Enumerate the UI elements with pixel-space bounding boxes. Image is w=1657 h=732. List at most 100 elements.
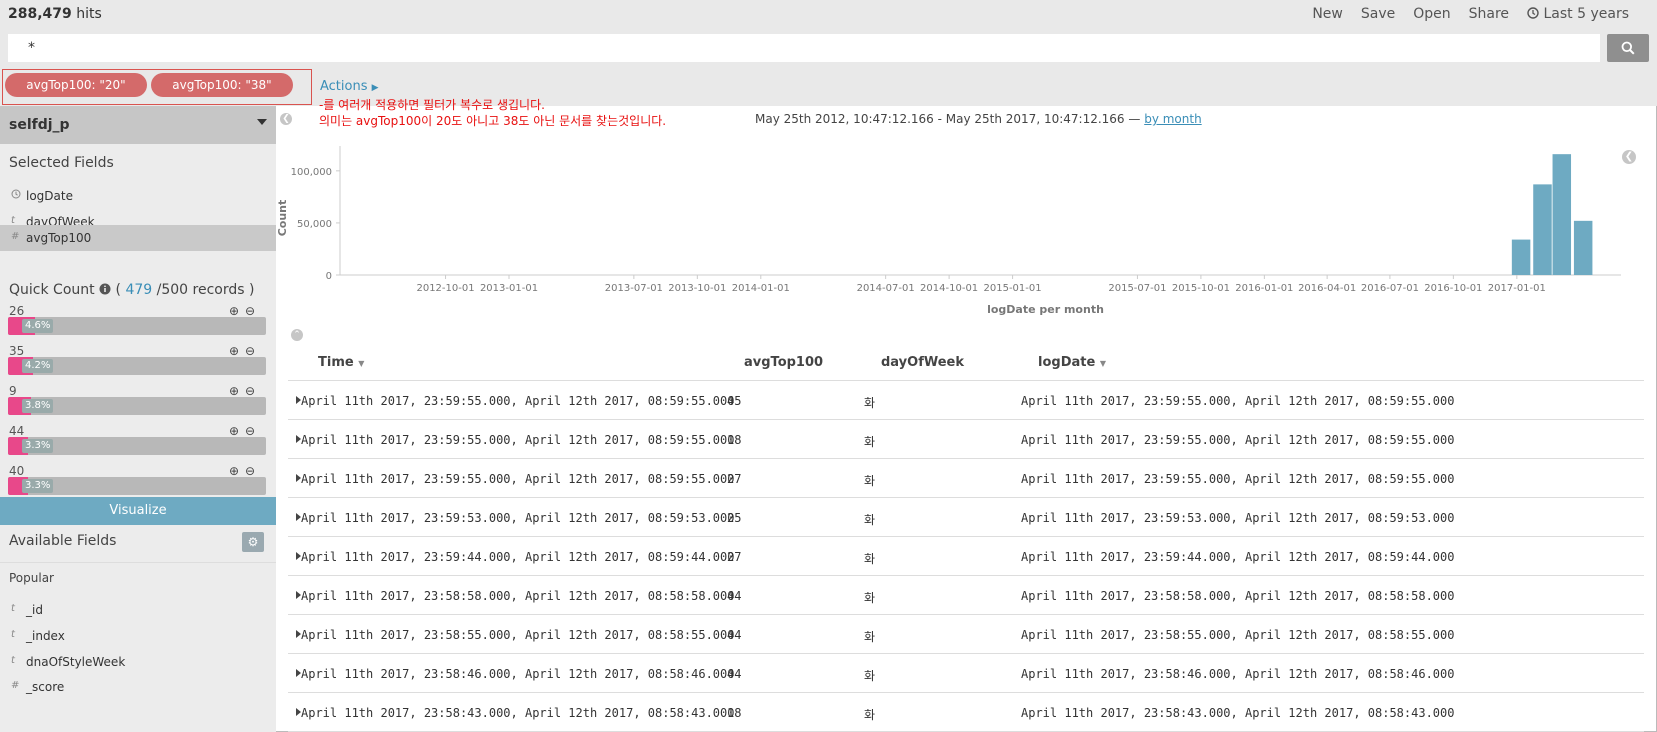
x-tick-label: 2016-10-01 bbox=[1424, 283, 1482, 294]
bucket-filter-actions: ⊕ ⊖ bbox=[229, 344, 256, 358]
zoom-in-icon[interactable]: ⊕ bbox=[229, 344, 240, 358]
field-index[interactable]: t _index bbox=[0, 623, 276, 649]
zoom-out-icon[interactable]: ⊖ bbox=[245, 424, 256, 438]
table-cell: 화 bbox=[864, 708, 876, 722]
index-pattern-selector[interactable]: selfdj_p bbox=[0, 106, 276, 144]
bucket-filter-actions: ⊕ ⊖ bbox=[229, 464, 256, 478]
collapse-chart-icon[interactable]: ⌃ bbox=[291, 329, 303, 341]
new-button[interactable]: New bbox=[1312, 6, 1343, 22]
table-cell: 45 bbox=[727, 394, 742, 408]
table-cell: 27 bbox=[727, 472, 742, 486]
field-name: logDate bbox=[26, 189, 73, 203]
string-type-icon: t bbox=[11, 603, 15, 614]
x-tick-label: 2013-07-01 bbox=[605, 283, 663, 294]
filter-pill-38[interactable]: avgTop100: "38" bbox=[151, 73, 293, 97]
x-tick-label: 2013-01-01 bbox=[480, 283, 538, 294]
zoom-in-icon[interactable]: ⊕ bbox=[229, 424, 240, 438]
table-cell: 화 bbox=[864, 435, 876, 449]
table-cell: April 11th 2017, 23:59:55.000, April 12t… bbox=[301, 472, 735, 486]
field-name: _index bbox=[26, 629, 65, 643]
chart-bar bbox=[1533, 184, 1552, 275]
chart-bar bbox=[1511, 239, 1531, 275]
chevron-down-icon bbox=[257, 119, 267, 125]
table-row: April 11th 2017, 23:59:55.000, April 12t… bbox=[288, 381, 1644, 420]
field-score[interactable]: # _score bbox=[0, 674, 276, 700]
quick-count-bucket: 35 ⊕ ⊖ 4.2% bbox=[8, 344, 266, 384]
bucket-filter-actions: ⊕ ⊖ bbox=[229, 384, 256, 398]
field-dnaofstyleweek[interactable]: t dnaOfStyleWeek bbox=[0, 649, 276, 675]
table-row: April 11th 2017, 23:59:44.000, April 12t… bbox=[288, 537, 1644, 576]
table-row: April 11th 2017, 23:59:53.000, April 12t… bbox=[288, 498, 1644, 537]
zoom-out-icon[interactable]: ⊖ bbox=[245, 304, 256, 318]
actions-link[interactable]: Actions ▶ bbox=[320, 79, 379, 94]
popular-label: Popular bbox=[9, 571, 54, 585]
field-logdate[interactable]: logDate bbox=[0, 183, 276, 209]
table-cell: April 11th 2017, 23:59:44.000, April 12t… bbox=[1021, 550, 1455, 564]
save-button[interactable]: Save bbox=[1361, 6, 1395, 22]
column-header-time[interactable]: Time ▼ bbox=[318, 355, 364, 370]
table-cell: 25 bbox=[727, 511, 742, 525]
hits-label: hits bbox=[76, 6, 102, 22]
x-tick-label: 2014-07-01 bbox=[857, 283, 915, 294]
search-button[interactable] bbox=[1607, 34, 1649, 62]
sort-down-icon: ▼ bbox=[358, 359, 365, 368]
interval-link[interactable]: by month bbox=[1144, 112, 1201, 126]
annotation-line-2: 의미는 avgTop100이 20도 아니고 38도 아닌 문서를 찾는것입니다… bbox=[319, 114, 667, 128]
zoom-in-icon[interactable]: ⊕ bbox=[229, 384, 240, 398]
collapse-sidebar-icon[interactable]: ❮ bbox=[280, 113, 292, 125]
table-cell: April 11th 2017, 23:58:55.000, April 12t… bbox=[1021, 628, 1455, 642]
top-nav: New Save Open Share Last 5 years bbox=[1312, 6, 1657, 22]
x-tick-label: 2014-01-01 bbox=[732, 283, 790, 294]
zoom-in-icon[interactable]: ⊕ bbox=[229, 464, 240, 478]
table-row: April 11th 2017, 23:58:55.000, April 12t… bbox=[288, 615, 1644, 654]
bucket-bar: 3.3% bbox=[8, 437, 266, 455]
search-input[interactable] bbox=[8, 34, 1600, 62]
column-header-logdate[interactable]: logDate ▼ bbox=[1038, 355, 1106, 370]
hits-count: 288,479 bbox=[8, 6, 72, 22]
time-picker-button[interactable]: Last 5 years bbox=[1527, 6, 1647, 22]
field-avgtop100[interactable]: # avgTop100 bbox=[0, 225, 276, 251]
column-header-avgtop100[interactable]: avgTop100 bbox=[744, 355, 823, 370]
visualize-button[interactable]: Visualize bbox=[0, 497, 276, 525]
table-cell: 화 bbox=[864, 552, 876, 566]
open-button[interactable]: Open bbox=[1413, 6, 1450, 22]
table-cell: April 11th 2017, 23:59:44.000, April 12t… bbox=[301, 550, 735, 564]
table-cell: April 11th 2017, 23:58:55.000, April 12t… bbox=[301, 628, 735, 642]
table-cell: 44 bbox=[727, 589, 742, 603]
annotation-line-1: -를 여러개 적용하면 필터가 복수로 생깁니다. bbox=[319, 98, 545, 112]
y-tick-label: 100,000 bbox=[291, 167, 332, 178]
table-cell: April 11th 2017, 23:59:55.000, April 12t… bbox=[301, 433, 735, 447]
table-cell: April 11th 2017, 23:58:58.000, April 12t… bbox=[301, 589, 735, 603]
x-tick-label: 2014-10-01 bbox=[920, 283, 978, 294]
zoom-out-icon[interactable]: ⊖ bbox=[245, 384, 256, 398]
number-type-icon: # bbox=[11, 231, 20, 242]
sort-down-icon: ▼ bbox=[1099, 359, 1106, 368]
x-axis-label: logDate per month bbox=[987, 303, 1104, 316]
table-row: April 11th 2017, 23:58:58.000, April 12t… bbox=[288, 576, 1644, 615]
zoom-in-icon[interactable]: ⊕ bbox=[229, 304, 240, 318]
x-tick-label: 2013-10-01 bbox=[668, 283, 726, 294]
annotation-note: -를 여러개 적용하면 필터가 복수로 생깁니다. 의미는 avgTop100이… bbox=[319, 97, 666, 129]
gear-icon[interactable]: ⚙ bbox=[242, 532, 264, 552]
bucket-value: 35 bbox=[9, 344, 25, 358]
filter-pill-20[interactable]: avgTop100: "20" bbox=[5, 73, 147, 97]
zoom-out-icon[interactable]: ⊖ bbox=[245, 464, 256, 478]
field-name: avgTop100 bbox=[26, 231, 92, 245]
sidebar: selfdj_p Selected Fields logDate t dayOf… bbox=[0, 106, 276, 732]
share-button[interactable]: Share bbox=[1469, 6, 1509, 22]
table-cell: April 11th 2017, 23:59:55.000, April 12t… bbox=[301, 394, 735, 408]
divider bbox=[0, 562, 276, 563]
available-fields-title: Available Fields bbox=[9, 533, 117, 549]
table-cell: April 11th 2017, 23:59:55.000, April 12t… bbox=[1021, 394, 1455, 408]
selected-fields-title: Selected Fields bbox=[9, 155, 114, 171]
field-name: _id bbox=[26, 603, 43, 617]
table-cell: 18 bbox=[727, 706, 742, 720]
field-id[interactable]: t _id bbox=[0, 597, 276, 623]
table-cell: 18 bbox=[727, 433, 742, 447]
table-header: Time ▼ avgTop100 dayOfWeek logDate ▼ bbox=[288, 346, 1644, 381]
table-cell: April 11th 2017, 23:58:58.000, April 12t… bbox=[1021, 589, 1455, 603]
zoom-out-icon[interactable]: ⊖ bbox=[245, 344, 256, 358]
column-header-dayofweek[interactable]: dayOfWeek bbox=[881, 355, 964, 370]
hits-counter: 288,479 hits bbox=[8, 6, 102, 22]
histogram-chart: 0 50,000 100,000 Count 2012-10-01 2013-01-01 2… bbox=[276, 146, 1621, 316]
